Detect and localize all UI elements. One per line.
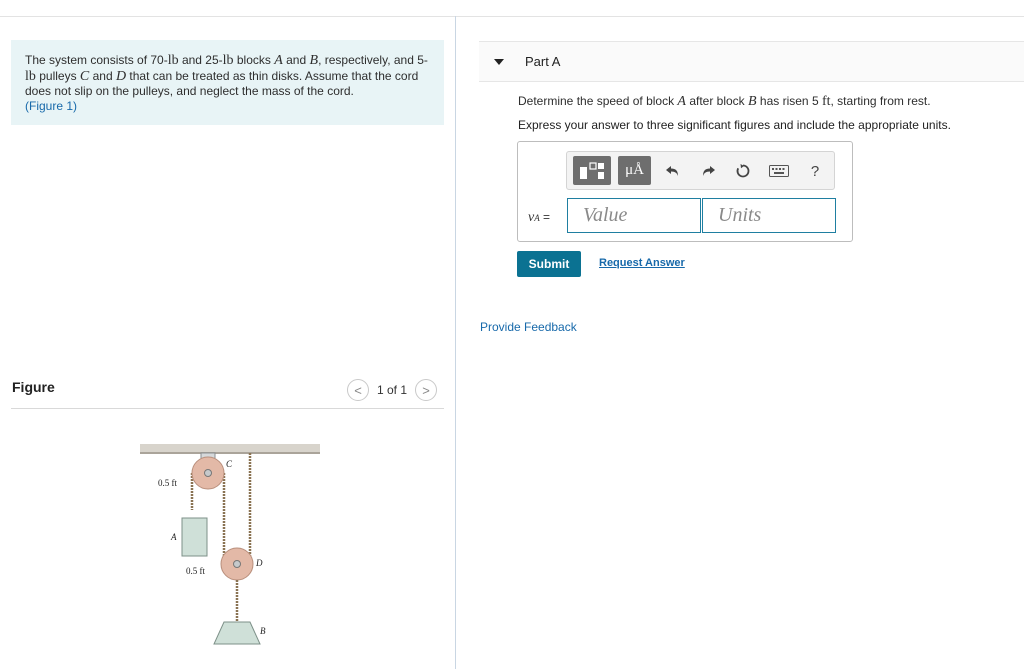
submit-button[interactable]: Submit bbox=[517, 251, 581, 277]
keyboard-icon bbox=[769, 165, 789, 177]
chevron-right-icon: > bbox=[422, 382, 430, 398]
redo-icon bbox=[703, 166, 715, 176]
label-d: D bbox=[255, 558, 263, 568]
unit-lb: lb bbox=[25, 68, 36, 84]
label-c: C bbox=[226, 459, 233, 469]
question-part: has risen 5 bbox=[756, 94, 822, 108]
redo-button[interactable] bbox=[698, 161, 718, 181]
answer-variable-label: vA = bbox=[528, 210, 550, 226]
variable-a: A bbox=[274, 53, 283, 68]
provide-feedback-link[interactable]: Provide Feedback bbox=[480, 320, 577, 334]
answer-box: μÅ ? vA = bbox=[517, 141, 853, 242]
reset-icon bbox=[736, 164, 750, 178]
request-answer-link[interactable]: Request Answer bbox=[599, 257, 685, 269]
variable-c: C bbox=[79, 68, 90, 84]
prev-figure-button[interactable]: < bbox=[347, 379, 369, 401]
question-part: after block bbox=[685, 94, 749, 108]
undo-button[interactable] bbox=[663, 161, 683, 181]
undo-icon bbox=[666, 166, 678, 176]
unit-ft: ft bbox=[821, 94, 831, 109]
question-text: Determine the speed of block A after blo… bbox=[518, 93, 931, 110]
answer-equals: = bbox=[539, 210, 551, 224]
reset-button[interactable] bbox=[733, 161, 753, 181]
ceiling bbox=[140, 444, 320, 453]
help-button[interactable]: ? bbox=[805, 161, 825, 181]
part-a-header[interactable]: Part A bbox=[479, 41, 1024, 82]
chevron-left-icon: < bbox=[354, 382, 362, 398]
instruction-text: Express your answer to three significant… bbox=[518, 118, 951, 132]
part-a-label: Part A bbox=[525, 54, 561, 69]
statement-text: and bbox=[282, 53, 310, 67]
statement-text: pulleys bbox=[35, 68, 80, 83]
help-icon: ? bbox=[810, 162, 820, 180]
label-radius-d: 0.5 ft bbox=[186, 566, 205, 576]
units-input[interactable] bbox=[702, 198, 836, 233]
templates-button[interactable] bbox=[573, 156, 611, 185]
variable-a: A bbox=[677, 94, 686, 109]
block-b bbox=[213, 621, 261, 645]
templates-icon bbox=[580, 161, 604, 179]
unit-lb: lb bbox=[167, 53, 179, 68]
statement-text: and 25- bbox=[178, 53, 223, 67]
statement-text: blocks bbox=[233, 53, 275, 67]
figure-divider bbox=[11, 408, 444, 409]
statement-text: , respectively, and 5- bbox=[318, 53, 428, 67]
variable-b: B bbox=[309, 53, 319, 68]
pulley-d-hub bbox=[233, 560, 241, 568]
pulley-c-hub bbox=[204, 469, 212, 477]
units-button-label: μÅ bbox=[625, 162, 644, 178]
value-input[interactable] bbox=[567, 198, 701, 233]
figure-pager: < 1 of 1 > bbox=[347, 379, 438, 401]
next-figure-button[interactable]: > bbox=[415, 379, 438, 401]
caret-down-icon bbox=[494, 58, 504, 65]
label-radius-c: 0.5 ft bbox=[158, 478, 177, 488]
units-button[interactable]: μÅ bbox=[618, 156, 651, 185]
variable-b: B bbox=[748, 94, 757, 109]
question-part: , starting from rest. bbox=[830, 94, 931, 108]
pulley-system-figure: 0.5 ft C A 0.5 ft D B bbox=[140, 444, 320, 645]
keyboard-button[interactable] bbox=[767, 161, 791, 181]
math-toolbar: μÅ ? bbox=[566, 151, 835, 190]
statement-text: and bbox=[89, 68, 116, 83]
figure-page-indicator: 1 of 1 bbox=[377, 383, 408, 397]
problem-statement: The system consists of 70-lb and 25-lb b… bbox=[11, 40, 444, 125]
top-divider bbox=[0, 16, 1024, 17]
figure-title: Figure bbox=[12, 379, 55, 395]
unit-lb: lb bbox=[222, 53, 234, 68]
figure-link[interactable]: (Figure 1) bbox=[25, 99, 77, 113]
label-a: A bbox=[170, 532, 177, 542]
block-a bbox=[181, 517, 208, 557]
variable-d: D bbox=[115, 68, 127, 84]
label-b: B bbox=[260, 626, 266, 636]
question-part: Determine the speed of block bbox=[518, 94, 678, 108]
column-divider bbox=[455, 16, 456, 669]
ceiling-edge bbox=[140, 452, 320, 454]
statement-text: The system consists of 70- bbox=[25, 53, 168, 67]
